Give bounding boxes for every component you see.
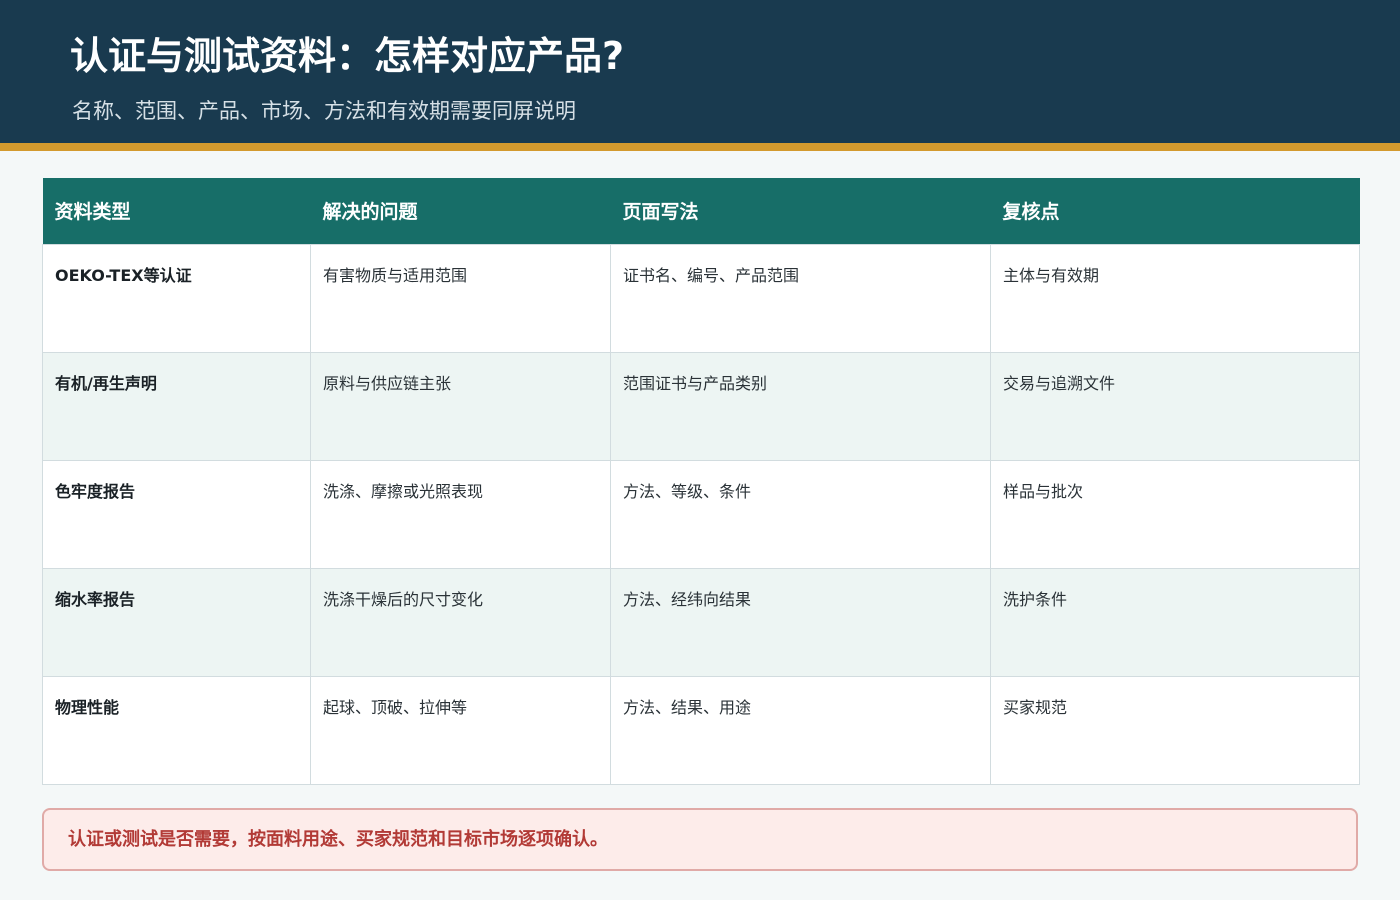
table-row: 物理性能 起球、顶破、拉伸等 方法、结果、用途 买家规范 [42,675,1360,785]
table-cell-review: 买家规范 [990,675,1360,785]
table-cell-type: 缩水率报告 [42,567,311,677]
table-cell-wording: 方法、经纬向结果 [610,567,991,677]
table-cell-wording: 证书名、编号、产品范围 [610,243,991,353]
column-header-material-type: 资料类型 [42,178,311,244]
table-cell-type: 有机/再生声明 [42,351,311,461]
table-cell-problem: 洗涤、摩擦或光照表现 [310,459,611,569]
table-cell-review: 交易与追溯文件 [990,351,1360,461]
table-cell-type: 物理性能 [42,675,311,785]
table-row: OEKO-TEX等认证 有害物质与适用范围 证书名、编号、产品范围 主体与有效期 [42,243,1360,353]
table-row: 缩水率报告 洗涤干燥后的尺寸变化 方法、经纬向结果 洗护条件 [42,567,1360,677]
table-cell-review: 样品与批次 [990,459,1360,569]
table-cell-wording: 范围证书与产品类别 [610,351,991,461]
table-cell-problem: 有害物质与适用范围 [310,243,611,353]
table-cell-problem: 起球、顶破、拉伸等 [310,675,611,785]
certification-table-container: 资料类型 解决的问题 页面写法 复核点 OEKO-TEX等认证 有害物质与适用范… [42,178,1360,785]
table-header-row: 资料类型 解决的问题 页面写法 复核点 [42,178,1360,244]
warning-note-text: 认证或测试是否需要，按面料用途、买家规范和目标市场逐项确认。 [68,829,608,850]
page-title: 认证与测试资料：怎样对应产品? [70,34,625,78]
column-header-page-wording: 页面写法 [610,178,991,244]
column-header-problem-solved: 解决的问题 [310,178,611,244]
warning-note: 认证或测试是否需要，按面料用途、买家规范和目标市场逐项确认。 [42,808,1358,871]
page-subtitle: 名称、范围、产品、市场、方法和有效期需要同屏说明 [72,99,576,123]
table-cell-review: 主体与有效期 [990,243,1360,353]
table-cell-type: OEKO-TEX等认证 [42,243,311,353]
table-cell-type: 色牢度报告 [42,459,311,569]
page-header: 认证与测试资料：怎样对应产品? 名称、范围、产品、市场、方法和有效期需要同屏说明 [0,0,1400,143]
table-cell-review: 洗护条件 [990,567,1360,677]
certification-table: 资料类型 解决的问题 页面写法 复核点 OEKO-TEX等认证 有害物质与适用范… [42,178,1360,785]
header-accent-stripe [0,143,1400,151]
table-row: 色牢度报告 洗涤、摩擦或光照表现 方法、等级、条件 样品与批次 [42,459,1360,569]
table-cell-problem: 原料与供应链主张 [310,351,611,461]
table-row: 有机/再生声明 原料与供应链主张 范围证书与产品类别 交易与追溯文件 [42,351,1360,461]
column-header-review-points: 复核点 [990,178,1360,244]
table-cell-problem: 洗涤干燥后的尺寸变化 [310,567,611,677]
table-cell-wording: 方法、等级、条件 [610,459,991,569]
table-cell-wording: 方法、结果、用途 [610,675,991,785]
